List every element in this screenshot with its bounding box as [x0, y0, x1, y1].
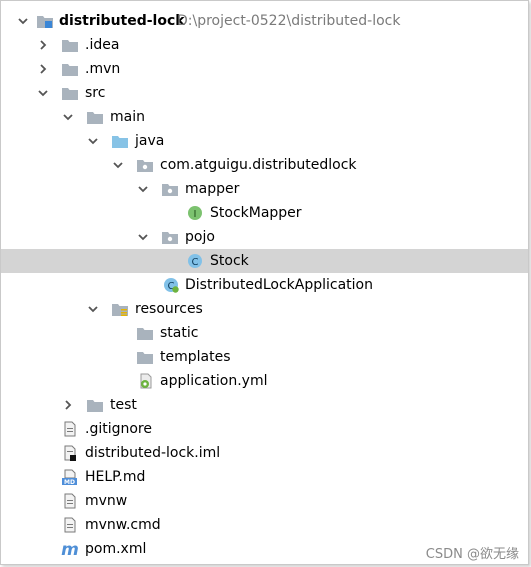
tree-row-help-md[interactable]: MD HELP.md: [1, 465, 528, 489]
tree-item-label: application.yml: [160, 373, 268, 389]
tree-row-application-class[interactable]: C DistributedLockApplication: [1, 273, 528, 297]
tree-item-label: .idea: [85, 37, 120, 53]
module-file-icon: [61, 445, 79, 461]
chevron-down-icon[interactable]: [86, 129, 100, 153]
maven-icon: m: [61, 541, 79, 557]
root-project-path: D:\project-0522\distributed-lock: [177, 13, 401, 29]
tree-row-package[interactable]: com.atguigu.distributedlock: [1, 153, 528, 177]
folder-icon: [136, 349, 154, 365]
tree-item-label: java: [135, 133, 165, 149]
tree-item-label: distributed-lock.iml: [85, 445, 221, 461]
interface-icon: I: [186, 205, 204, 221]
module-folder-icon: [36, 13, 54, 29]
tree-item-label: test: [110, 397, 137, 413]
source-folder-icon: [111, 133, 129, 149]
tree-row-java[interactable]: java: [1, 129, 528, 153]
tree-row-mvnw[interactable]: mvnw: [1, 489, 528, 513]
folder-icon: [61, 85, 79, 101]
tree-row-root[interactable]: distributed-lock D:\project-0522\distrib…: [1, 9, 528, 33]
tree-row-application-yml[interactable]: application.yml: [1, 369, 528, 393]
text-file-icon: [61, 493, 79, 509]
package-icon: [161, 181, 179, 197]
tree-item-label: mvnw: [85, 493, 128, 509]
chevron-right-icon[interactable]: [61, 393, 75, 417]
tree-row-mvnw-cmd[interactable]: mvnw.cmd: [1, 513, 528, 537]
tree-row-mapper[interactable]: mapper: [1, 177, 528, 201]
tree-row-gitignore[interactable]: .gitignore: [1, 417, 528, 441]
tree-row-src[interactable]: src: [1, 81, 528, 105]
chevron-right-icon[interactable]: [36, 57, 50, 81]
folder-icon: [86, 109, 104, 125]
tree-item-label: .mvn: [85, 61, 121, 77]
tree-item-label: static: [160, 325, 199, 341]
tree-item-label: HELP.md: [85, 469, 146, 485]
markdown-file-icon: MD: [61, 469, 79, 485]
project-tree-panel: distributed-lock D:\project-0522\distrib…: [0, 0, 529, 565]
tree-row-stock[interactable]: C Stock: [1, 249, 528, 273]
tree-item-label: com.atguigu.distributedlock: [160, 157, 357, 173]
tree-row-idea[interactable]: .idea: [1, 33, 528, 57]
svg-text:m: m: [61, 541, 79, 557]
resources-folder-icon: [111, 301, 129, 317]
root-project-label: distributed-lock: [59, 13, 185, 29]
tree-item-label: templates: [160, 349, 231, 365]
tree-item-label: pom.xml: [85, 541, 147, 557]
text-file-icon: [61, 421, 79, 437]
package-icon: [161, 229, 179, 245]
tree-row-templates[interactable]: templates: [1, 345, 528, 369]
chevron-right-icon[interactable]: [36, 33, 50, 57]
tree-row-stockmapper[interactable]: I StockMapper: [1, 201, 528, 225]
svg-text:C: C: [192, 257, 199, 268]
folder-icon: [61, 37, 79, 53]
spring-boot-class-icon: C: [162, 277, 180, 293]
tree-item-label: StockMapper: [210, 205, 302, 221]
tree-item-label: pojo: [185, 229, 215, 245]
chevron-down-icon[interactable]: [16, 9, 30, 33]
tree-item-label: mapper: [185, 181, 240, 197]
tree-row-iml[interactable]: distributed-lock.iml: [1, 441, 528, 465]
tree-item-label: Stock: [210, 253, 249, 269]
tree-item-label: resources: [135, 301, 203, 317]
tree-row-main[interactable]: main: [1, 105, 528, 129]
tree-row-resources[interactable]: resources: [1, 297, 528, 321]
tree-item-label: main: [110, 109, 145, 125]
chevron-down-icon[interactable]: [136, 177, 150, 201]
chevron-down-icon[interactable]: [111, 153, 125, 177]
tree-item-label: .gitignore: [85, 421, 152, 437]
folder-icon: [86, 397, 104, 413]
svg-text:MD: MD: [64, 479, 75, 485]
tree-item-label: src: [85, 85, 106, 101]
package-icon: [136, 157, 154, 173]
tree-row-static[interactable]: static: [1, 321, 528, 345]
tree-item-label: mvnw.cmd: [85, 517, 161, 533]
folder-icon: [136, 325, 154, 341]
tree-row-pojo[interactable]: pojo: [1, 225, 528, 249]
svg-text:I: I: [194, 209, 197, 220]
project-tree: distributed-lock D:\project-0522\distrib…: [1, 9, 528, 561]
chevron-down-icon[interactable]: [136, 225, 150, 249]
folder-icon: [61, 61, 79, 77]
class-icon: C: [186, 253, 204, 269]
watermark: CSDN @欲无缘: [425, 547, 519, 562]
tree-row-mvn[interactable]: .mvn: [1, 57, 528, 81]
tree-item-label: DistributedLockApplication: [185, 277, 373, 293]
chevron-down-icon[interactable]: [61, 105, 75, 129]
tree-row-test[interactable]: test: [1, 393, 528, 417]
text-file-icon: [61, 517, 79, 533]
spring-config-file-icon: [137, 373, 155, 389]
chevron-down-icon[interactable]: [86, 297, 100, 321]
chevron-down-icon[interactable]: [36, 81, 50, 105]
